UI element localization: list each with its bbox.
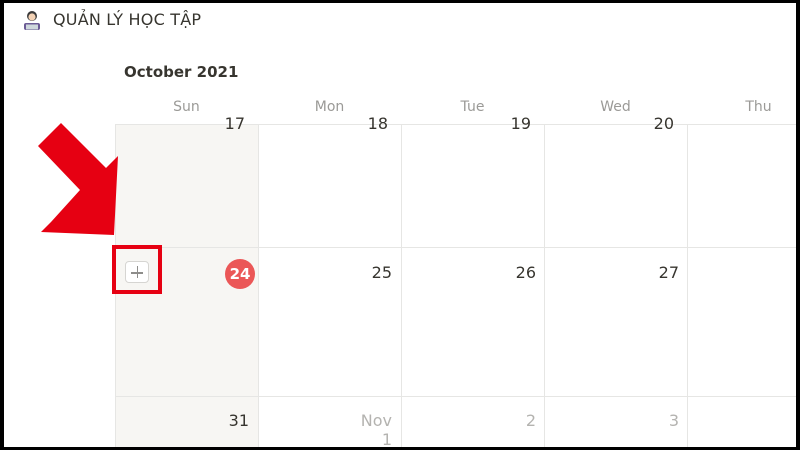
month-label: October 2021	[124, 63, 239, 81]
weekday-tue: Tue	[460, 99, 485, 115]
weekday-wed: Wed	[600, 99, 631, 115]
grid-line	[258, 124, 259, 447]
day-cell-25[interactable]: 25	[352, 263, 392, 282]
day-cell-nov-3[interactable]: 3	[639, 411, 679, 430]
day-cell-27[interactable]: 27	[639, 263, 679, 282]
day-cell-17[interactable]: 17	[205, 114, 245, 133]
day-cell-18[interactable]: 18	[348, 114, 388, 133]
person-at-laptop-icon	[24, 11, 40, 30]
grid-line	[401, 124, 402, 447]
weekday-mon: Mon	[314, 99, 345, 115]
app-frame: QUẢN LÝ HỌC TẬP October 2021 Sun Mon Tue…	[4, 3, 796, 447]
grid-line	[115, 396, 796, 397]
page-header: QUẢN LÝ HỌC TẬP	[4, 3, 796, 39]
day-cell-20[interactable]: 20	[634, 114, 674, 133]
grid-line	[687, 124, 688, 447]
grid-line	[544, 124, 545, 447]
calendar-grid: 17 18 19 20 24 25 26 27 31 Nov 1 2 3	[115, 114, 796, 447]
annotation-highlight-box	[112, 245, 162, 294]
today-badge[interactable]: 24	[225, 259, 255, 289]
grid-line	[115, 247, 796, 248]
weekday-sun: Sun	[173, 99, 200, 115]
day-cell-nov-2[interactable]: 2	[496, 411, 536, 430]
weekday-thu: Thu	[745, 99, 772, 115]
day-cell-nov-1[interactable]: Nov 1	[352, 411, 392, 447]
red-arrow-icon	[38, 123, 118, 235]
day-cell-19[interactable]: 19	[491, 114, 531, 133]
day-cell-31[interactable]: 31	[209, 411, 249, 430]
day-cell-26[interactable]: 26	[496, 263, 536, 282]
page-title[interactable]: QUẢN LÝ HỌC TẬP	[53, 10, 201, 29]
